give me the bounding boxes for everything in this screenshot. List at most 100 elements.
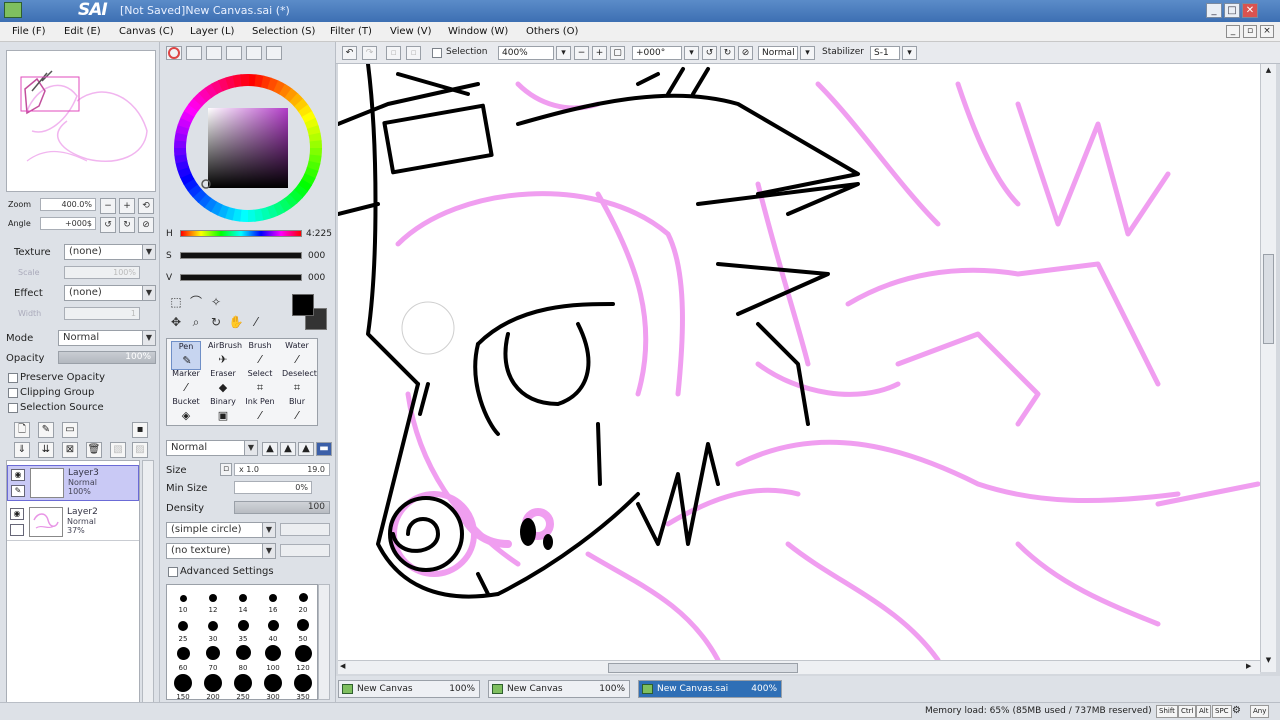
- menu-file[interactable]: File (F): [12, 26, 45, 37]
- rect-select-icon[interactable]: ⬚: [168, 294, 184, 310]
- brush-size-scrollbar[interactable]: [318, 584, 330, 700]
- navigator-preview[interactable]: [6, 50, 156, 192]
- zoom-out-icon[interactable]: −: [574, 46, 589, 60]
- scroll-left-icon[interactable]: ◀: [340, 662, 345, 670]
- hand-icon[interactable]: ✋: [228, 314, 244, 330]
- rgb-slider-tab-icon[interactable]: [186, 46, 202, 60]
- brush-texture-select[interactable]: (no texture) ▼: [166, 543, 276, 559]
- brush-tool-ink-pen[interactable]: Ink Pen ⁄: [245, 397, 275, 426]
- brush-tool-deselect[interactable]: Deselect ⌗: [282, 369, 317, 398]
- brush-size-preset[interactable]: 20: [289, 586, 317, 615]
- tip-soft-icon[interactable]: ▲: [298, 442, 314, 456]
- zoom-out-button[interactable]: −: [100, 198, 116, 214]
- lasso-icon[interactable]: ⌒: [188, 294, 204, 310]
- eye-icon[interactable]: ◉: [10, 508, 24, 520]
- mdi-close-button[interactable]: ×: [1260, 25, 1274, 38]
- mdi-restore-button[interactable]: ▫: [1243, 25, 1257, 38]
- brush-size-preset[interactable]: 150: [169, 673, 197, 702]
- tip-medium-icon[interactable]: ▲: [280, 442, 296, 456]
- brush-size-preset[interactable]: 16: [259, 586, 287, 615]
- eye-icon[interactable]: ◉: [11, 469, 25, 481]
- brush-tool-eraser[interactable]: Eraser ◆: [208, 369, 238, 398]
- lock-icon[interactable]: [10, 524, 24, 536]
- new-linework-layer-icon[interactable]: ✎: [38, 422, 54, 438]
- brush-tool-bucket[interactable]: Bucket ◈: [171, 397, 201, 426]
- rotate-cw-icon[interactable]: ↻: [720, 46, 735, 60]
- chevron-down-icon[interactable]: ▾: [902, 46, 917, 60]
- drawing-canvas[interactable]: [338, 64, 1260, 660]
- brush-size-preset[interactable]: 40: [259, 615, 287, 644]
- tip-hard-icon[interactable]: ▲: [262, 442, 278, 456]
- color-wheel-tab-icon[interactable]: [166, 46, 182, 60]
- pen-icon[interactable]: ✎: [11, 485, 25, 497]
- texture-select[interactable]: (none) ▼: [64, 244, 156, 260]
- size-field[interactable]: x 1.0 19.0: [234, 463, 330, 476]
- brush-tool-select[interactable]: Select ⌗: [245, 369, 275, 398]
- size-lock-button[interactable]: ▫: [220, 463, 232, 476]
- user-palette-tab-icon[interactable]: [266, 46, 282, 60]
- menu-layer[interactable]: Layer (L): [190, 26, 234, 37]
- chevron-down-icon[interactable]: ▾: [800, 46, 815, 60]
- menu-view[interactable]: View (V): [390, 26, 432, 37]
- brush-tool-water[interactable]: Water ⁄: [282, 341, 312, 370]
- brush-tool-marker[interactable]: Marker ⁄: [171, 369, 201, 398]
- zoom-icon[interactable]: ⌕: [188, 314, 204, 330]
- mdi-minimize-button[interactable]: _: [1226, 25, 1240, 38]
- hue-slider[interactable]: [180, 230, 302, 237]
- vertical-scroll-thumb[interactable]: [1263, 254, 1274, 344]
- undo-icon[interactable]: ↶: [342, 46, 357, 60]
- new-layer-icon[interactable]: 🗋: [14, 422, 30, 438]
- clear-layer-icon[interactable]: ⊠: [62, 442, 78, 458]
- canvas-angle-field[interactable]: +000°: [632, 46, 682, 60]
- brush-blend-select[interactable]: Normal ▼: [166, 440, 258, 456]
- chevron-down-icon[interactable]: ▾: [684, 46, 699, 60]
- brush-size-preset[interactable]: 14: [229, 586, 257, 615]
- menu-edit[interactable]: Edit (E): [64, 26, 101, 37]
- horizontal-scroll-thumb[interactable]: [608, 663, 798, 673]
- move-icon[interactable]: ✥: [168, 314, 184, 330]
- layer-scrollbar[interactable]: [142, 460, 154, 704]
- min-size-field[interactable]: 0%: [234, 481, 312, 494]
- layer-panel-toggle-icon[interactable]: ▪: [132, 422, 148, 438]
- minimize-button[interactable]: _: [1206, 3, 1222, 18]
- angle-field[interactable]: +000$: [40, 217, 96, 230]
- canvas-zoom-field[interactable]: 400%: [498, 46, 554, 60]
- brush-size-preset[interactable]: 70: [199, 644, 227, 673]
- menu-selection[interactable]: Selection (S): [252, 26, 315, 37]
- brush-size-preset[interactable]: 100: [259, 644, 287, 673]
- color-wheel[interactable]: [172, 72, 324, 224]
- opacity-slider[interactable]: 100%: [58, 351, 156, 364]
- rotate-left-button[interactable]: ↺: [100, 217, 116, 233]
- rotate-icon[interactable]: ↻: [208, 314, 224, 330]
- brush-size-preset[interactable]: 250: [229, 673, 257, 702]
- brush-size-preset[interactable]: 50: [289, 615, 317, 644]
- preserve-opacity-checkbox[interactable]: [8, 373, 18, 383]
- zoom-fit-icon[interactable]: ▢: [610, 46, 625, 60]
- selection-source-checkbox[interactable]: [8, 403, 18, 413]
- brush-size-preset[interactable]: 35: [229, 615, 257, 644]
- tip-flat-icon[interactable]: ▬: [316, 442, 332, 456]
- stabilizer-field[interactable]: S-1: [870, 46, 900, 60]
- zoom-in-icon[interactable]: +: [592, 46, 607, 60]
- brush-size-preset[interactable]: 300: [259, 673, 287, 702]
- new-folder-icon[interactable]: ▭: [62, 422, 78, 438]
- clipping-group-checkbox[interactable]: [8, 388, 18, 398]
- merge-down-icon[interactable]: ⇊: [38, 442, 54, 458]
- advanced-settings-checkbox[interactable]: [168, 567, 178, 577]
- brush-shape-select[interactable]: (simple circle) ▼: [166, 522, 276, 538]
- brush-tool-binary[interactable]: Binary ▣: [208, 397, 238, 426]
- layer-row-layer2[interactable]: ◉ Layer2 Normal 37%: [7, 505, 139, 541]
- rotate-ccw-icon[interactable]: ↺: [702, 46, 717, 60]
- rotate-reset-icon[interactable]: ⊘: [738, 46, 753, 60]
- scratchpad-tab-icon[interactable]: [246, 46, 262, 60]
- saturation-slider[interactable]: [180, 252, 302, 259]
- value-slider[interactable]: [180, 274, 302, 281]
- primary-color-swatch[interactable]: [292, 294, 314, 316]
- zoom-in-button[interactable]: +: [119, 198, 135, 214]
- brush-tool-airbrush[interactable]: AirBrush ✈: [208, 341, 242, 370]
- brush-tool-blur[interactable]: Blur ⁄: [282, 397, 312, 426]
- zoom-field[interactable]: 400.0%: [40, 198, 96, 211]
- brush-size-preset[interactable]: 30: [199, 615, 227, 644]
- brush-size-preset[interactable]: 25: [169, 615, 197, 644]
- brush-tool-brush[interactable]: Brush ⁄: [245, 341, 275, 370]
